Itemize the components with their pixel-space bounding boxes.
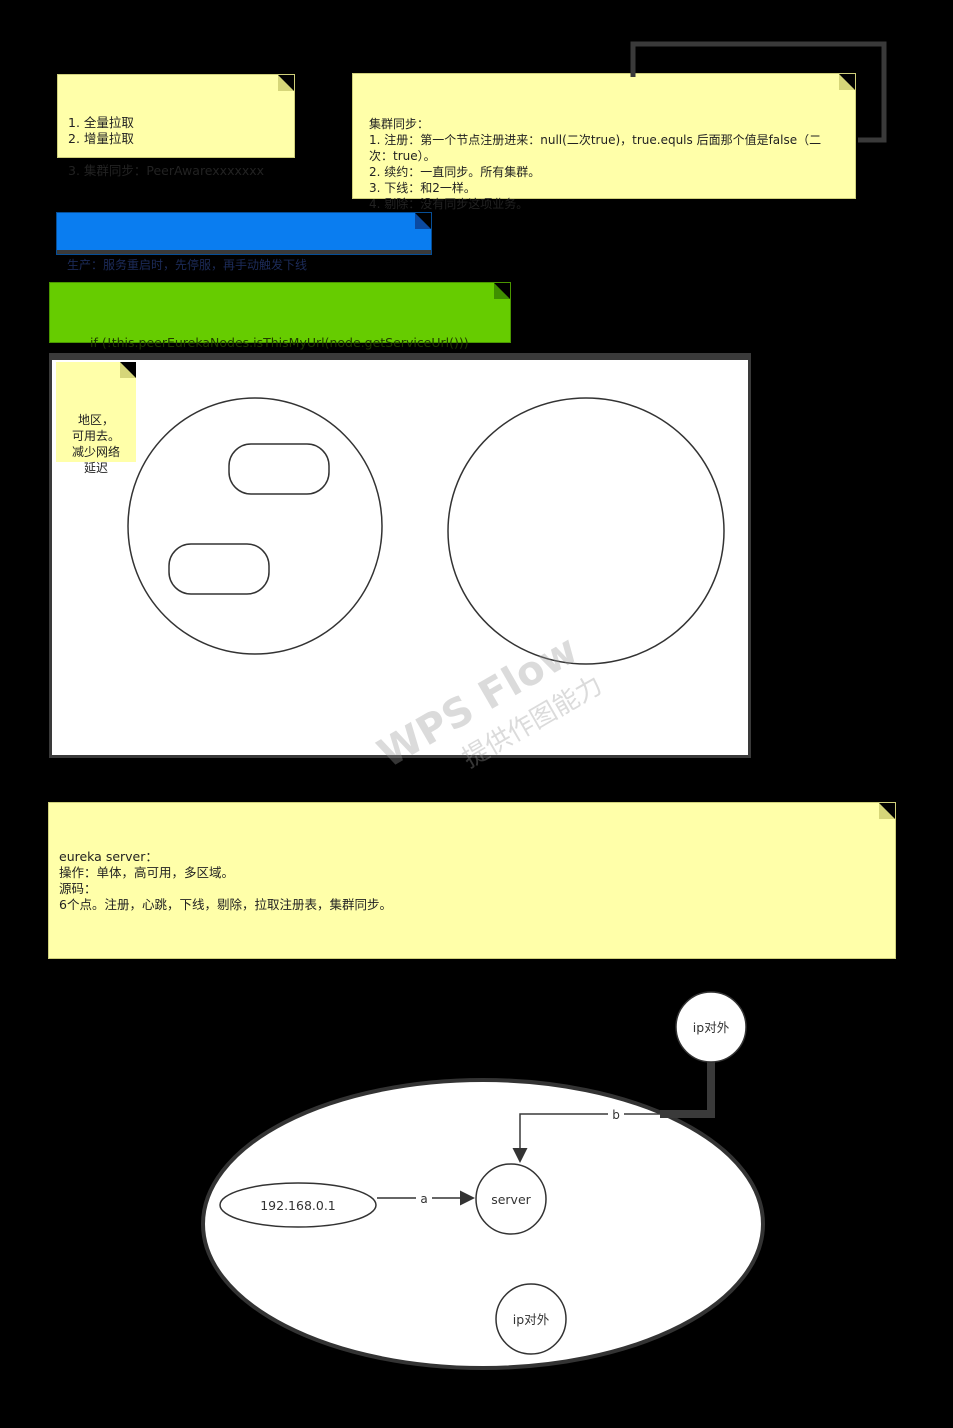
client-ip-label: 192.168.0.1 bbox=[260, 1198, 336, 1213]
loop-connector[interactable] bbox=[630, 41, 887, 143]
zone-left[interactable] bbox=[127, 397, 383, 655]
server-label: server bbox=[491, 1192, 531, 1207]
edge-a-label: a bbox=[420, 1192, 427, 1206]
watermark: WPS Flow 提供作图能力 bbox=[370, 627, 607, 778]
instance-pill-upper[interactable] bbox=[228, 443, 330, 495]
edge-b-outer-thick bbox=[660, 1062, 715, 1118]
inner-ip-label: ip对外 bbox=[513, 1312, 550, 1327]
diagram-canvas: WPS Flow 提供作图能力 b a 192.168.0.1 server i… bbox=[127, 41, 887, 1370]
instance-pill-lower[interactable] bbox=[168, 543, 270, 595]
edge-b-label: b bbox=[612, 1108, 620, 1122]
zone-right[interactable] bbox=[447, 397, 725, 665]
outer-ip-label: ip对外 bbox=[693, 1020, 730, 1035]
